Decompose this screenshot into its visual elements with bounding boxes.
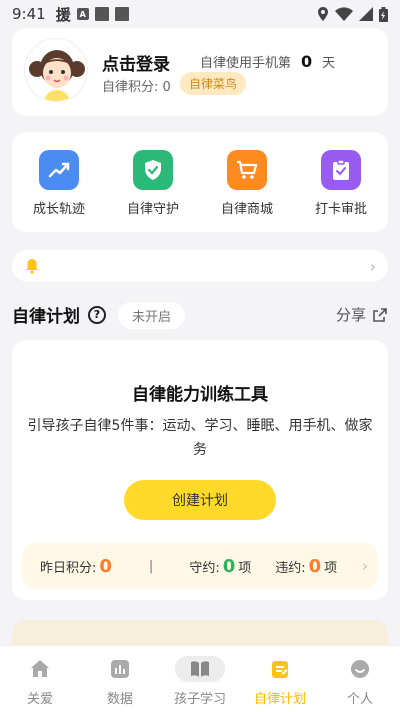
bell-icon bbox=[26, 259, 38, 274]
shopping-cart-icon bbox=[227, 150, 267, 190]
yesterday-points-value: 0 bbox=[99, 555, 112, 577]
chevron-right-icon: › bbox=[362, 557, 368, 575]
plan-card-title: 自律能力训练工具 bbox=[132, 385, 268, 405]
phone-days-value: 0 bbox=[301, 52, 313, 71]
plan-section-title-text: 自律计划 bbox=[12, 307, 80, 327]
plan-card: 自律能力训练工具 引导孩子自律5件事：运动、学习、睡眠、用手机、做家务 创建计划… bbox=[12, 340, 388, 600]
tab-child-learning[interactable]: 孩子学习 bbox=[160, 646, 240, 712]
phone-days-text: 自律使用手机第 0 天 bbox=[200, 52, 335, 71]
girl-avatar-icon bbox=[25, 39, 87, 101]
feature-label: 打卡审批 bbox=[314, 202, 367, 217]
feature-guard[interactable]: 自律守护 bbox=[106, 132, 200, 232]
keep-unit: 项 bbox=[238, 560, 252, 576]
tab-self-discipline-plan[interactable]: 自律计划 bbox=[240, 646, 320, 712]
login-link[interactable]: 点击登录 bbox=[102, 50, 170, 75]
plan-icon bbox=[255, 656, 305, 682]
wifi-icon bbox=[335, 7, 353, 21]
help-icon[interactable]: ? bbox=[88, 305, 106, 324]
plan-card-description: 引导孩子自律5件事：运动、学习、睡眠、用手机、做家务 bbox=[27, 418, 373, 458]
feature-grid: 成长轨迹 自律守护 自律商城 打卡审批 bbox=[12, 132, 388, 232]
tab-care[interactable]: 关爱 bbox=[0, 646, 80, 712]
plan-stats-bar[interactable]: 昨日积分: 0 | 守约: 0 项 违约: 0 项 › bbox=[22, 543, 378, 589]
status-time: 9:41 bbox=[12, 5, 46, 23]
feature-label: 自律商城 bbox=[220, 202, 273, 217]
bottom-tab-bar: 关爱 数据 孩子学习 自律计划 个人 bbox=[0, 645, 400, 712]
battery-icon bbox=[379, 6, 388, 22]
chevron-right-icon: › bbox=[369, 256, 376, 276]
plan-status-badge: 未开启 bbox=[118, 302, 186, 329]
profile-face-icon bbox=[335, 656, 385, 682]
feature-store[interactable]: 自律商城 bbox=[200, 132, 294, 232]
growth-chart-icon bbox=[39, 150, 79, 190]
shield-check-icon bbox=[133, 150, 173, 190]
break-label: 违约: bbox=[275, 560, 306, 576]
level-badge: 自律菜鸟 bbox=[180, 72, 247, 95]
data-chart-icon bbox=[95, 656, 145, 682]
create-plan-button[interactable]: 创建计划 bbox=[124, 480, 276, 520]
break-unit: 项 bbox=[324, 560, 338, 576]
notification-square-icon-2 bbox=[114, 7, 129, 21]
share-button[interactable]: 分享 bbox=[336, 304, 388, 325]
keep-value: 0 bbox=[222, 555, 236, 577]
avatar[interactable] bbox=[24, 38, 88, 102]
feature-label: 自律守护 bbox=[126, 202, 179, 217]
keep-label: 守约: bbox=[189, 560, 220, 576]
share-label: 分享 bbox=[335, 306, 366, 324]
plan-section-title: 自律计划 ? bbox=[12, 302, 106, 327]
status-bar: 9:41 援 A bbox=[0, 0, 400, 28]
feature-growth-track[interactable]: 成长轨迹 bbox=[12, 132, 106, 232]
notice-bar[interactable]: › bbox=[12, 250, 388, 282]
tab-label: 数据 bbox=[106, 692, 133, 707]
tab-label: 自律计划 bbox=[253, 692, 306, 707]
yesterday-points-label: 昨日积分: bbox=[40, 560, 97, 576]
signal-icon bbox=[359, 7, 373, 21]
share-external-icon bbox=[373, 307, 387, 322]
profile-card[interactable]: 点击登录 自律使用手机第 0 天 自律积分: 0 自律菜鸟 bbox=[12, 28, 388, 116]
tab-label: 关爱 bbox=[26, 692, 53, 707]
tab-profile[interactable]: 个人 bbox=[320, 646, 400, 712]
stats-separator: | bbox=[148, 558, 154, 574]
break-value: 0 bbox=[308, 555, 322, 577]
tab-data[interactable]: 数据 bbox=[80, 646, 160, 712]
tab-label: 孩子学习 bbox=[173, 692, 226, 707]
notification-square-icon bbox=[94, 7, 109, 21]
a-notification-icon: A bbox=[76, 8, 89, 20]
phone-days-prefix: 自律使用手机第 bbox=[200, 56, 292, 71]
location-icon bbox=[318, 7, 328, 21]
book-icon bbox=[175, 656, 225, 682]
phone-days-suffix: 天 bbox=[322, 56, 336, 71]
feature-checkin-approval[interactable]: 打卡审批 bbox=[294, 132, 388, 232]
clipboard-check-icon bbox=[321, 150, 361, 190]
notification-app-icon: 援 bbox=[55, 5, 71, 24]
tab-label: 个人 bbox=[346, 692, 373, 707]
feature-label: 成长轨迹 bbox=[32, 202, 85, 217]
points-label: 自律积分: 0 bbox=[102, 80, 171, 95]
home-icon bbox=[15, 656, 65, 682]
